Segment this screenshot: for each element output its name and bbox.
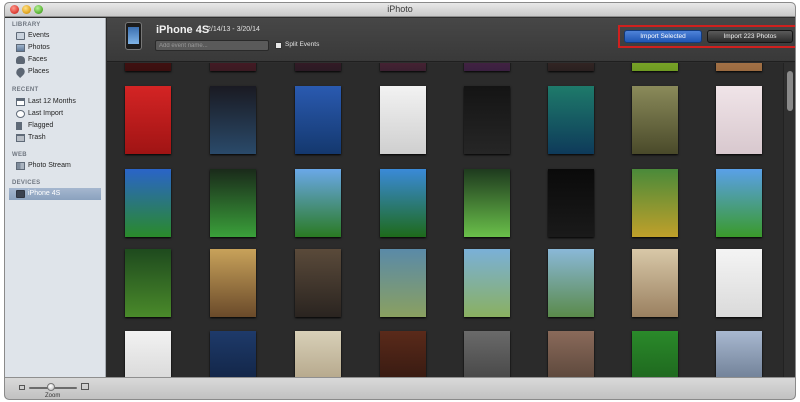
event-name-input[interactable] bbox=[155, 40, 269, 51]
title-bar: iPhoto bbox=[5, 3, 795, 17]
import-header: iPhone 4S 2/14/13 - 3/20/14 Split Events… bbox=[107, 18, 795, 62]
sidebar-heading-web: WEB bbox=[12, 152, 27, 158]
photo-thumbnail[interactable] bbox=[295, 86, 341, 154]
photo-thumbnail[interactable] bbox=[716, 86, 762, 154]
photo-thumbnail[interactable] bbox=[380, 86, 426, 154]
photo-thumbnail[interactable] bbox=[380, 331, 426, 377]
events-icon bbox=[16, 32, 25, 40]
photo-thumbnail[interactable] bbox=[295, 331, 341, 377]
photo-thumbnail[interactable] bbox=[125, 249, 171, 317]
zoom-large-icon[interactable] bbox=[81, 383, 89, 390]
sidebar-item-label: Faces bbox=[28, 56, 48, 63]
photo-grid bbox=[107, 63, 783, 377]
sidebar-heading-devices: DEVICES bbox=[12, 180, 41, 186]
import-all-photos-button[interactable]: Import 223 Photos bbox=[707, 30, 793, 43]
photo-thumbnail[interactable] bbox=[210, 86, 256, 154]
sidebar-item-places[interactable]: Places bbox=[9, 65, 101, 79]
photo-thumbnail[interactable] bbox=[548, 169, 594, 237]
device-date-range: 2/14/13 - 3/20/14 bbox=[207, 26, 260, 33]
photo-thumbnail[interactable] bbox=[295, 63, 341, 71]
import-selected-button[interactable]: Import Selected bbox=[624, 30, 702, 43]
photo-thumbnail[interactable] bbox=[548, 86, 594, 154]
sidebar-item-label: Photos bbox=[28, 44, 50, 51]
photo-thumbnail[interactable] bbox=[380, 169, 426, 237]
sidebar-item-label: Trash bbox=[28, 134, 46, 141]
photo-thumbnail[interactable] bbox=[716, 63, 762, 71]
photo-thumbnail[interactable] bbox=[548, 331, 594, 377]
sidebar-item-label: Flagged bbox=[28, 122, 54, 129]
device-name: iPhone 4S bbox=[156, 24, 210, 36]
photo-thumbnail[interactable] bbox=[295, 169, 341, 237]
sidebar-heading-recent: RECENT bbox=[12, 87, 39, 93]
iphoto-window: iPhoto LIBRARY Events Photos Faces Place… bbox=[4, 2, 796, 400]
sidebar-item-trash[interactable]: Trash bbox=[9, 132, 101, 144]
photo-thumbnail[interactable] bbox=[464, 169, 510, 237]
photo-thumbnail[interactable] bbox=[210, 331, 256, 377]
sidebar: LIBRARY Events Photos Faces Places RECEN… bbox=[5, 18, 106, 377]
photo-stream-icon bbox=[16, 162, 25, 170]
sidebar-item-last-12-months[interactable]: Last 12 Months bbox=[9, 96, 101, 108]
photo-thumbnail[interactable] bbox=[125, 169, 171, 237]
photo-thumbnail[interactable] bbox=[716, 331, 762, 377]
sidebar-item-flagged[interactable]: Flagged bbox=[9, 120, 101, 132]
photo-thumbnail[interactable] bbox=[632, 331, 678, 377]
split-events-checkbox[interactable] bbox=[275, 42, 282, 49]
photo-thumbnail[interactable] bbox=[716, 169, 762, 237]
flag-icon bbox=[16, 122, 25, 130]
sidebar-item-events[interactable]: Events bbox=[9, 30, 101, 42]
photo-thumbnail[interactable] bbox=[548, 63, 594, 71]
sidebar-item-label: Last Import bbox=[28, 110, 64, 117]
zoom-small-icon[interactable] bbox=[19, 385, 25, 390]
photo-thumbnail[interactable] bbox=[464, 331, 510, 377]
clock-icon bbox=[16, 110, 25, 118]
photo-thumbnail[interactable] bbox=[632, 169, 678, 237]
photo-thumbnail[interactable] bbox=[125, 86, 171, 154]
faces-icon bbox=[16, 56, 25, 64]
sidebar-item-label: Events bbox=[28, 32, 50, 39]
photo-thumbnail[interactable] bbox=[464, 249, 510, 317]
sidebar-heading-library: LIBRARY bbox=[12, 22, 41, 28]
photo-thumbnail[interactable] bbox=[210, 63, 256, 71]
sidebar-item-photos[interactable]: Photos bbox=[9, 42, 101, 54]
sidebar-item-last-import[interactable]: Last Import bbox=[9, 108, 101, 120]
vertical-scrollbar[interactable] bbox=[783, 63, 795, 377]
photo-thumbnail[interactable] bbox=[380, 63, 426, 71]
split-events-label: Split Events bbox=[285, 41, 320, 48]
photo-thumbnail[interactable] bbox=[464, 63, 510, 71]
sidebar-item-label: iPhone 4S bbox=[28, 190, 61, 197]
window-title: iPhoto bbox=[387, 4, 413, 14]
sidebar-item-iphone-4s[interactable]: iPhone 4S bbox=[9, 188, 101, 200]
places-icon bbox=[14, 65, 27, 79]
trash-icon bbox=[16, 134, 25, 142]
sidebar-item-photo-stream[interactable]: Photo Stream bbox=[9, 160, 101, 172]
photo-thumbnail[interactable] bbox=[295, 249, 341, 317]
calendar-icon bbox=[16, 98, 25, 106]
photo-thumbnail[interactable] bbox=[548, 249, 594, 317]
iphone-device-icon bbox=[125, 22, 142, 50]
zoom-label: Zoom bbox=[45, 393, 61, 399]
photo-thumbnail[interactable] bbox=[380, 249, 426, 317]
sidebar-item-label: Photo Stream bbox=[28, 162, 71, 169]
bottom-toolbar: Zoom bbox=[5, 377, 795, 399]
photo-thumbnail[interactable] bbox=[716, 249, 762, 317]
photo-thumbnail[interactable] bbox=[210, 169, 256, 237]
photo-thumbnail[interactable] bbox=[464, 86, 510, 154]
iphone-icon bbox=[16, 190, 25, 198]
photos-icon bbox=[16, 44, 25, 52]
scrollbar-thumb[interactable] bbox=[787, 71, 793, 111]
photo-thumbnail[interactable] bbox=[210, 249, 256, 317]
photo-thumbnail[interactable] bbox=[632, 249, 678, 317]
photo-thumbnail[interactable] bbox=[125, 331, 171, 377]
photo-thumbnail[interactable] bbox=[632, 63, 678, 71]
sidebar-item-label: Places bbox=[28, 68, 50, 75]
sidebar-item-label: Last 12 Months bbox=[28, 98, 76, 105]
photo-thumbnail[interactable] bbox=[632, 86, 678, 154]
sidebar-item-faces[interactable]: Faces bbox=[9, 54, 101, 66]
zoom-slider-knob[interactable] bbox=[46, 383, 55, 391]
photo-thumbnail[interactable] bbox=[125, 63, 171, 71]
